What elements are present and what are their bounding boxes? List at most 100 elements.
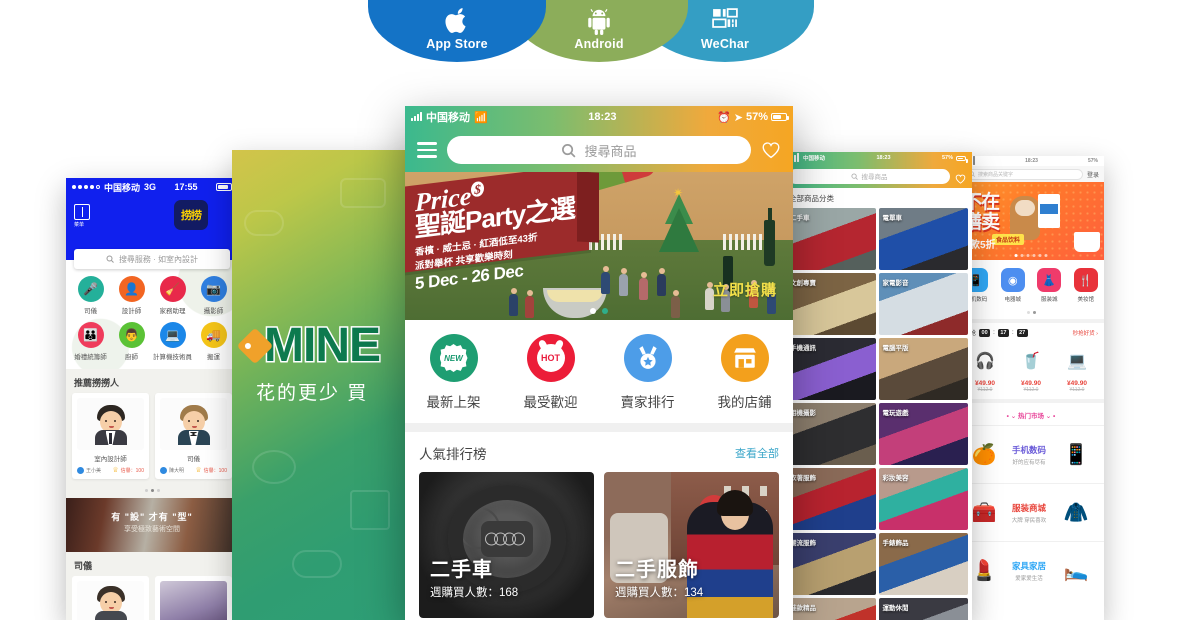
search-icon — [850, 172, 858, 180]
mall-icon-label: 服装城 — [1040, 297, 1058, 303]
platform-label-wechat: WeChar — [700, 37, 750, 51]
category-cell[interactable]: 手機通訊 — [786, 338, 876, 400]
app-logo: 捞捞 — [174, 200, 208, 230]
status-bar-main: 中国移动 📶 18:23 ⏰ ➤ 57% — [405, 106, 793, 128]
service-category-4[interactable]: 👪 婚禮統籌師 — [70, 322, 111, 361]
search-input-left[interactable]: 搜尋服務 · 如室內設計 — [74, 249, 230, 269]
category-cell[interactable]: 家電影音 — [878, 273, 968, 335]
mall-icon-appliances[interactable]: ◉ 电器城 — [995, 268, 1032, 303]
search-icon — [562, 143, 576, 157]
search-input-main[interactable]: 搜尋商品 — [447, 136, 751, 164]
person-card[interactable]: 司儀 陳大明 ♕ 信譽：100 — [155, 393, 232, 479]
carousel-dots[interactable] — [66, 485, 238, 498]
category-cell[interactable]: 電玩遊戲 — [878, 403, 968, 465]
person-card[interactable]: 室內設計師 王小美 ♕ 信譽：100 — [72, 393, 149, 479]
app-showcase-stage: WeChar Android App Store 中国移动 3G 17:55 菜… — [0, 0, 1180, 620]
hamburger-menu-icon[interactable] — [417, 142, 437, 158]
category-cell[interactable]: 彩妝美容 — [878, 468, 968, 530]
mine-logo: MINE — [236, 320, 383, 371]
service-category-5[interactable]: 👨 廚師 — [111, 322, 152, 361]
search-input-right-a[interactable]: 搜尋商品 — [788, 168, 950, 184]
hero-tag: 食品饮料 — [992, 234, 1025, 245]
audi-rings-graphic — [484, 532, 525, 546]
market-row-title: 手机数码 — [1011, 444, 1046, 455]
promo-banner-line1: 有 "設" 才有 "型" — [111, 512, 193, 522]
category-cell[interactable]: 潮流服飾 — [786, 533, 876, 595]
banner-cta-button[interactable]: 立即搶購 — [713, 279, 777, 300]
menu-icon[interactable] — [74, 204, 90, 220]
service-category-6[interactable]: 💻 計算機技術員 — [152, 322, 193, 361]
platform-tab-appstore[interactable]: App Store — [368, 0, 546, 62]
service-category-2[interactable]: 🧹 家務助理 — [152, 276, 193, 315]
service-category-1[interactable]: 👤 設計師 — [111, 276, 152, 315]
dress-icon: 👗 — [1037, 268, 1062, 292]
mall-icon-beauty[interactable]: 🍴 美妆馆 — [1068, 268, 1105, 303]
user-icon — [77, 466, 84, 474]
promo-banner-line2: 享受極致藝術空間 — [124, 526, 180, 533]
quick-link-sellers[interactable]: 賣家排行 — [599, 334, 696, 411]
market-row-title: 服装商城 — [1011, 502, 1046, 513]
search-placeholder-main: 搜尋商品 — [584, 143, 637, 159]
rank-card-subtitle: 週購買人數：168 — [430, 587, 519, 599]
quick-link-new[interactable]: NEW 最新上架 — [405, 334, 502, 411]
market-row-subtitle: 爱家爱生活 — [1015, 575, 1043, 582]
main-nav-bar: 搜尋商品 — [405, 128, 793, 172]
category-cell[interactable]: 電單車 — [878, 208, 968, 270]
promo-banner-left[interactable]: 有 "設" 才有 "型" 享受極致藝術空間 — [66, 498, 238, 552]
category-cell-label: 文創專賣 — [790, 280, 816, 287]
service-category-7[interactable]: 🚚 搬運 — [193, 322, 234, 361]
service-category-0[interactable]: 🎤 司儀 — [70, 276, 111, 315]
battery-icon — [956, 155, 968, 163]
mall-icon-clothing[interactable]: 👗 服装城 — [1031, 268, 1068, 303]
login-button[interactable]: 登录 — [1087, 170, 1099, 179]
category-cell-label: 手錶飾品 — [882, 540, 909, 547]
category-cell-label: 電玩遊戲 — [882, 410, 909, 417]
see-all-link[interactable]: 查看全部 — [735, 445, 779, 461]
category-cell[interactable]: 電腦平版 — [878, 338, 968, 400]
category-cell[interactable]: 相機攝影 — [786, 403, 876, 465]
quick-link-hot[interactable]: HOT 最受歡迎 — [502, 334, 599, 411]
category-cell[interactable]: 運動休閒 — [878, 598, 968, 620]
banner-page-dots[interactable] — [590, 308, 608, 314]
rank-card-used-clothing[interactable]: 二手 二手服飾 週購買人數：134 — [604, 472, 779, 618]
market-row[interactable]: 🍊 手机数码 好的应有尽有 📱 — [958, 425, 1104, 483]
flash-sale-more-link[interactable]: 秒抢好货 › — [1073, 329, 1098, 337]
section-divider — [405, 423, 793, 432]
flash-product[interactable]: 🥤 ¥49.90 ¥112.0 — [1010, 342, 1052, 393]
rank-card-title: 二手車 — [430, 559, 493, 581]
market-row-subtitle: 大牌 穿民喜欢 — [1011, 517, 1047, 524]
quick-link-myshop[interactable]: 我的店鋪 — [696, 334, 793, 411]
service-category-label: 司儀 — [84, 308, 97, 315]
search-input-mall[interactable]: 搜索商品关键字 — [963, 168, 1083, 180]
category-cell[interactable]: 衣著服飾 — [786, 468, 876, 530]
christmas-promo-banner[interactable]: ✷ Price $ 聖誕Party之選 香檳 · 威士忌 · 紅酒低至43折 派… — [405, 172, 793, 320]
person-card[interactable] — [72, 576, 149, 620]
favorites-heart-icon[interactable] — [761, 141, 781, 159]
category-cell[interactable]: 文創專賣 — [786, 273, 876, 335]
favorites-heart-icon[interactable] — [955, 171, 966, 184]
service-category-3[interactable]: 📷 攝影師 — [193, 276, 234, 315]
service-category-label: 廚師 — [125, 354, 138, 361]
search-placeholder-right-a: 搜尋商品 — [861, 174, 888, 181]
new-badge-icon: NEW — [429, 334, 478, 382]
category-cell[interactable]: 二手車 — [786, 208, 876, 270]
hot-market-rows: 🍊 手机数码 好的应有尽有 📱 🧰 服装商城 大牌 穿民喜欢 🧥 💄 家具家居 … — [958, 425, 1104, 599]
person-card[interactable] — [155, 576, 232, 620]
market-row-subtitle: 好的应有尽有 — [1012, 459, 1046, 466]
medal-icon — [623, 334, 672, 382]
market-row[interactable]: 🧰 服装商城 大牌 穿民喜欢 🧥 — [958, 483, 1104, 541]
mall-hero-banner[interactable]: 不在 膳卖 食品饮料 万款5折 — [958, 182, 1104, 260]
bedding-image: 🛌 — [1054, 549, 1098, 592]
mall-icon-page-dots[interactable] — [958, 308, 1104, 319]
carrier-label: 中国移动 — [426, 112, 470, 124]
mc-section-title: 司儀 — [66, 552, 238, 576]
countdown-hours: 00 — [979, 328, 991, 337]
category-cell[interactable]: 手錶飾品 — [878, 533, 968, 595]
hero-page-dots[interactable] — [1014, 254, 1048, 257]
flash-product[interactable]: 💻 ¥49.90 ¥112.0 — [1056, 342, 1098, 393]
rank-card-used-car[interactable]: 二手車 週購買人數：168 — [419, 472, 594, 618]
category-cell[interactable]: 鞋款精品 — [786, 598, 876, 620]
market-row-title: 家具家居 — [1011, 560, 1046, 571]
market-row[interactable]: 💄 家具家居 爱家爱生活 🛌 — [958, 541, 1104, 599]
chef-icon: 👨 — [118, 322, 145, 348]
